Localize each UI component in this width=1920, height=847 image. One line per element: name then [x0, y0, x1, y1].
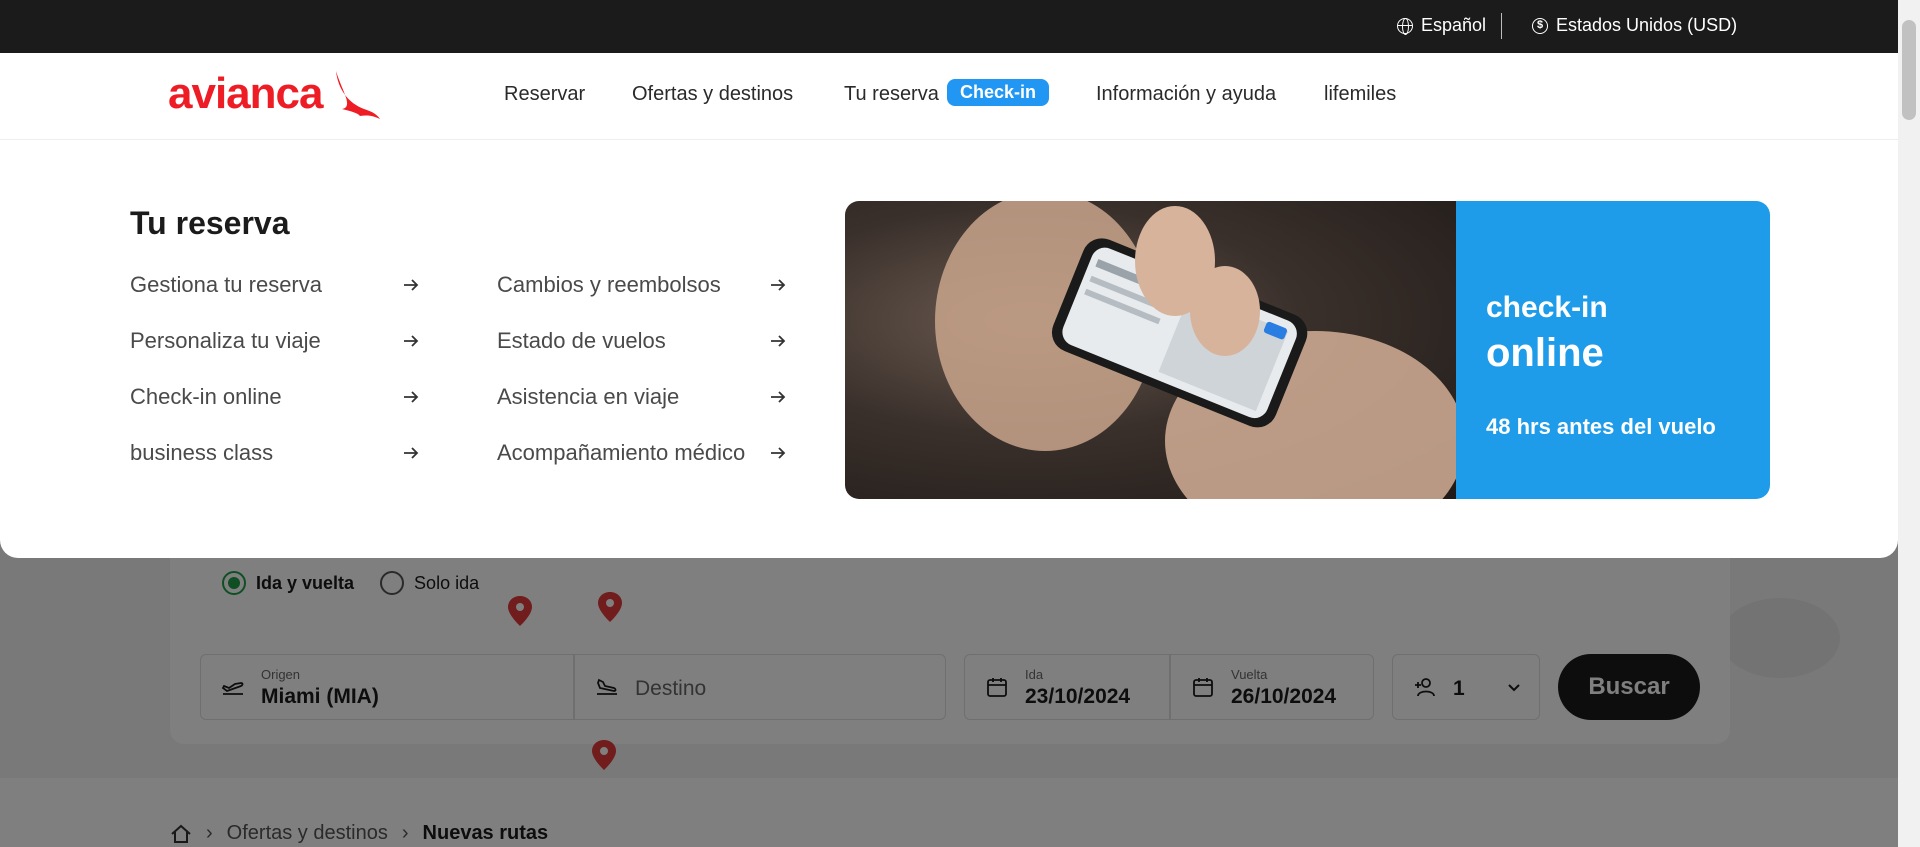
hand-phone-image — [935, 201, 1465, 499]
phone-photo — [845, 201, 1465, 499]
menu-label: Personaliza tu viaje — [130, 328, 321, 353]
logo-text: avianca — [168, 69, 323, 118]
nav-informacion-ayuda[interactable]: Información y ayuda — [1096, 83, 1276, 106]
dollar-icon: $ — [1532, 17, 1548, 34]
top-bar: Español $ Estados Unidos (USD) — [0, 0, 1898, 53]
arrow-right-icon — [404, 447, 419, 459]
arrow-right-icon — [771, 447, 786, 459]
menu-label: business class — [130, 440, 274, 465]
main-nav: avianca Reservar Ofertas y destinos Tu r… — [0, 53, 1898, 140]
menu-label: Estado de vuelos — [497, 328, 666, 353]
arrow-right-icon — [771, 279, 786, 291]
globe-icon — [1397, 17, 1413, 35]
topbar-divider — [1501, 13, 1502, 39]
currency-selector[interactable]: $ Estados Unidos (USD) — [1532, 15, 1737, 36]
nav-ofertas-destinos[interactable]: Ofertas y destinos — [632, 83, 793, 106]
promo-line-1: check-in — [1486, 291, 1608, 324]
menu-label: Cambios y reembolsos — [497, 272, 721, 297]
language-label: Español — [1421, 15, 1487, 35]
menu-label: Acompañamiento médico — [497, 440, 746, 465]
promo-line-2: online — [1486, 331, 1604, 375]
language-selector[interactable]: Español — [1397, 15, 1486, 36]
promo-line-3: 48 hrs antes del vuelo — [1486, 414, 1716, 439]
menu-label: Gestiona tu reserva — [130, 272, 322, 297]
logo-bird-icon — [336, 71, 380, 119]
arrow-right-icon — [771, 391, 786, 403]
arrow-right-icon — [404, 279, 419, 291]
menu-gestiona-reserva[interactable]: Gestiona tu reserva — [130, 272, 420, 298]
arrow-right-icon — [771, 335, 786, 347]
scrollbar-thumb[interactable] — [1902, 20, 1916, 120]
nav-lifemiles[interactable]: lifemiles — [1324, 83, 1396, 106]
menu-label: Check-in online — [130, 384, 282, 409]
menu-checkin-online[interactable]: Check-in online — [130, 384, 420, 410]
menu-cambios-reembolsos[interactable]: Cambios y reembolsos — [497, 272, 787, 298]
tu-reserva-mega-menu: Tu reserva Gestiona tu reserva Personali… — [0, 140, 1898, 558]
currency-label: Estados Unidos (USD) — [1556, 15, 1738, 35]
menu-estado-vuelos[interactable]: Estado de vuelos — [497, 328, 787, 354]
nav-tu-reserva[interactable]: Tu reserva — [844, 83, 939, 106]
checkin-badge[interactable]: Check-in — [947, 79, 1050, 106]
mega-menu-title: Tu reserva — [130, 205, 290, 241]
avianca-logo[interactable]: avianca — [168, 69, 380, 119]
promo-text-panel: check-in online 48 hrs antes del vuelo — [1456, 201, 1770, 499]
menu-business-class[interactable]: business class — [130, 440, 420, 466]
arrow-right-icon — [404, 391, 419, 403]
arrow-right-icon — [404, 335, 419, 347]
menu-label: Asistencia en viaje — [497, 384, 680, 409]
nav-reservar[interactable]: Reservar — [504, 83, 585, 106]
page-scrollbar[interactable] — [1898, 0, 1920, 847]
checkin-promo-banner[interactable]: check-in online 48 hrs antes del vuelo — [845, 201, 1770, 499]
menu-personaliza-viaje[interactable]: Personaliza tu viaje — [130, 328, 420, 354]
menu-acompanamiento-medico[interactable]: Acompañamiento médico — [497, 440, 787, 466]
menu-asistencia-viaje[interactable]: Asistencia en viaje — [497, 384, 787, 410]
